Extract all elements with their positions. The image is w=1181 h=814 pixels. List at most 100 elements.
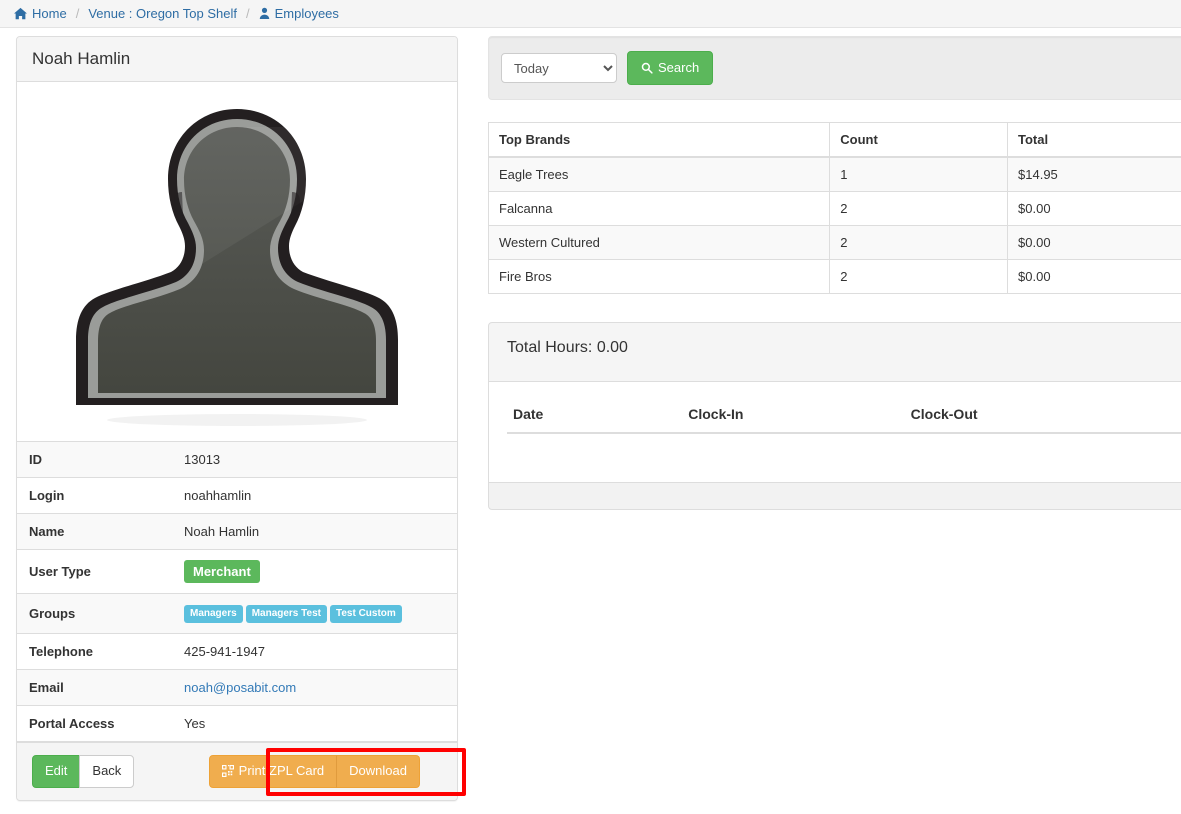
column-header-top-brands: Top Brands — [488, 122, 831, 159]
breadcrumb-separator: / — [75, 6, 80, 21]
detail-value-login: noahhamlin — [184, 488, 252, 503]
employee-detail-table: ID 13013 Login noahhamlin Name Noah Haml… — [17, 442, 457, 742]
cell-brand: Eagle Trees — [488, 156, 831, 192]
employee-detail-body: ID 13013 Login noahhamlin Name Noah Haml… — [17, 442, 457, 742]
table-row: Western Cultured 2 $0.00 — [488, 225, 1181, 260]
detail-label-name: Name — [29, 524, 65, 539]
email-link[interactable]: noah@posabit.com — [184, 680, 296, 695]
table-row: Email noah@posabit.com — [17, 669, 457, 706]
detail-label-id: ID — [29, 452, 42, 467]
page-title: Noah Hamlin — [32, 49, 131, 68]
cell-count: 2 — [829, 225, 1009, 260]
detail-label-login: Login — [29, 488, 65, 503]
time-clock-table: Date Clock-In Clock-Out — [507, 400, 1181, 482]
detail-value-telephone: 425-941-1947 — [184, 644, 265, 659]
time-clock-panel: Total Hours: 0.00 Date Clock-In Clock-Ou… — [488, 322, 1181, 511]
cell-total: $0.00 — [1007, 259, 1181, 294]
breadcrumb-employees-label: Employees — [274, 6, 339, 21]
table-row: Name Noah Hamlin — [17, 513, 457, 550]
detail-value-portal-access: Yes — [184, 716, 206, 731]
breadcrumb-item-employees[interactable]: Employees — [259, 6, 339, 21]
group-badge: Managers — [184, 605, 243, 623]
time-clock-footer — [488, 482, 1181, 511]
employee-card-header: Noah Hamlin — [17, 37, 457, 82]
cell-count: 1 — [829, 156, 1009, 192]
search-button-label: Search — [658, 60, 700, 75]
top-brands-body: Eagle Trees 1 $14.95 Falcanna 2 $0.00 We… — [488, 156, 1181, 294]
user-icon — [259, 7, 270, 20]
cell-brand: Fire Bros — [488, 259, 831, 294]
table-header-row: Top Brands Count Total — [488, 122, 1181, 159]
table-row: User Type Merchant — [17, 549, 457, 594]
column-header-clock-out: Clock-Out — [904, 400, 1181, 435]
download-button[interactable]: Download — [336, 755, 420, 788]
detail-label-telephone: Telephone — [29, 644, 94, 659]
cell-count: 2 — [829, 259, 1009, 294]
detail-label-groups: Groups — [29, 606, 76, 621]
group-badge: Managers Test — [245, 605, 327, 623]
table-row: Eagle Trees 1 $14.95 — [488, 156, 1181, 192]
detail-value-user-type: Merchant — [172, 550, 457, 594]
column-header-count: Count — [829, 122, 1009, 159]
breadcrumb-home-label: Home — [32, 6, 67, 21]
detail-label-portal-access: Portal Access — [29, 716, 115, 731]
top-brands-header: Top Brands Count Total — [488, 122, 1181, 159]
table-row: Fire Bros 2 $0.00 — [488, 259, 1181, 294]
table-row: ID 13013 — [17, 442, 457, 478]
table-row: Portal Access Yes — [17, 705, 457, 742]
breadcrumb-item-venue[interactable]: Venue : Oregon Top Shelf — [88, 6, 237, 21]
table-header-row: Date Clock-In Clock-Out — [507, 400, 1181, 435]
employee-card: Noah Hamlin ID 13013 Login noahhamlin Na… — [16, 36, 466, 801]
table-row-empty — [507, 433, 1181, 482]
group-badge: Test Custom — [329, 605, 402, 623]
search-toolbar: Today Search — [488, 36, 1181, 101]
employee-detail-column: Noah Hamlin ID 13013 Login noahhamlin Na… — [16, 36, 466, 801]
breadcrumb: Home / Venue : Oregon Top Shelf / Employ… — [0, 0, 1181, 28]
detail-value-name: Noah Hamlin — [184, 524, 260, 539]
user-placeholder-avatar-icon — [76, 108, 398, 426]
column-header-total: Total — [1007, 122, 1181, 159]
time-clock-body-rows — [507, 433, 1181, 482]
search-button[interactable]: Search — [627, 51, 714, 86]
detail-label-email: Email — [29, 680, 64, 695]
print-zpl-card-label: Print ZPL Card — [238, 763, 325, 779]
cell-total: $0.00 — [1007, 191, 1181, 226]
cell-total: $14.95 — [1007, 156, 1181, 192]
cell-brand: Western Cultured — [488, 225, 831, 260]
avatar — [17, 82, 457, 442]
top-brands-table: Top Brands Count Total Eagle Trees 1 $14… — [488, 122, 1181, 295]
qrcode-icon — [221, 765, 234, 778]
edit-button[interactable]: Edit — [32, 755, 81, 788]
search-icon — [641, 62, 653, 74]
print-zpl-card-button[interactable]: Print ZPL Card — [208, 755, 338, 788]
top-brands-panel: Top Brands Count Total Eagle Trees 1 $14… — [488, 122, 1181, 295]
cell-total: $0.00 — [1007, 225, 1181, 260]
empty-cell — [682, 433, 904, 482]
total-hours-label: Total Hours: 0.00 — [507, 339, 628, 357]
back-button[interactable]: Back — [79, 755, 135, 788]
empty-cell — [507, 433, 682, 482]
breadcrumb-item-home[interactable]: Home — [14, 6, 67, 21]
detail-value-id: 13013 — [184, 452, 221, 467]
cell-count: 2 — [829, 191, 1009, 226]
page-body: Noah Hamlin ID 13013 Login noahhamlin Na… — [0, 28, 1181, 814]
table-row: Groups Managers Managers Test Test Custom — [17, 593, 457, 634]
home-icon — [14, 7, 27, 20]
column-header-clock-in: Clock-In — [682, 400, 905, 435]
table-row: Falcanna 2 $0.00 — [488, 191, 1181, 226]
activity-column: Today Search Top Brands Count Total Eagl… — [488, 36, 1181, 511]
period-select[interactable]: Today — [501, 53, 617, 84]
detail-label-user-type: User Type — [29, 564, 91, 579]
breadcrumb-venue-label: Venue : Oregon Top Shelf — [88, 6, 237, 21]
detail-value-groups: Managers Managers Test Test Custom — [172, 594, 457, 634]
table-row: Telephone 425-941-1947 — [17, 633, 457, 670]
breadcrumb-separator: / — [245, 6, 250, 21]
employee-card-footer: Edit Back Print ZPL Card Download — [17, 742, 466, 800]
cell-brand: Falcanna — [488, 191, 831, 226]
edit-back-button-group: Edit Back — [32, 755, 135, 788]
column-header-date: Date — [507, 400, 683, 435]
total-hours-header: Total Hours: 0.00 — [488, 322, 1181, 383]
empty-cell — [905, 433, 1181, 482]
time-clock-body: Date Clock-In Clock-Out — [488, 382, 1181, 483]
table-row: Login noahhamlin — [17, 477, 457, 514]
